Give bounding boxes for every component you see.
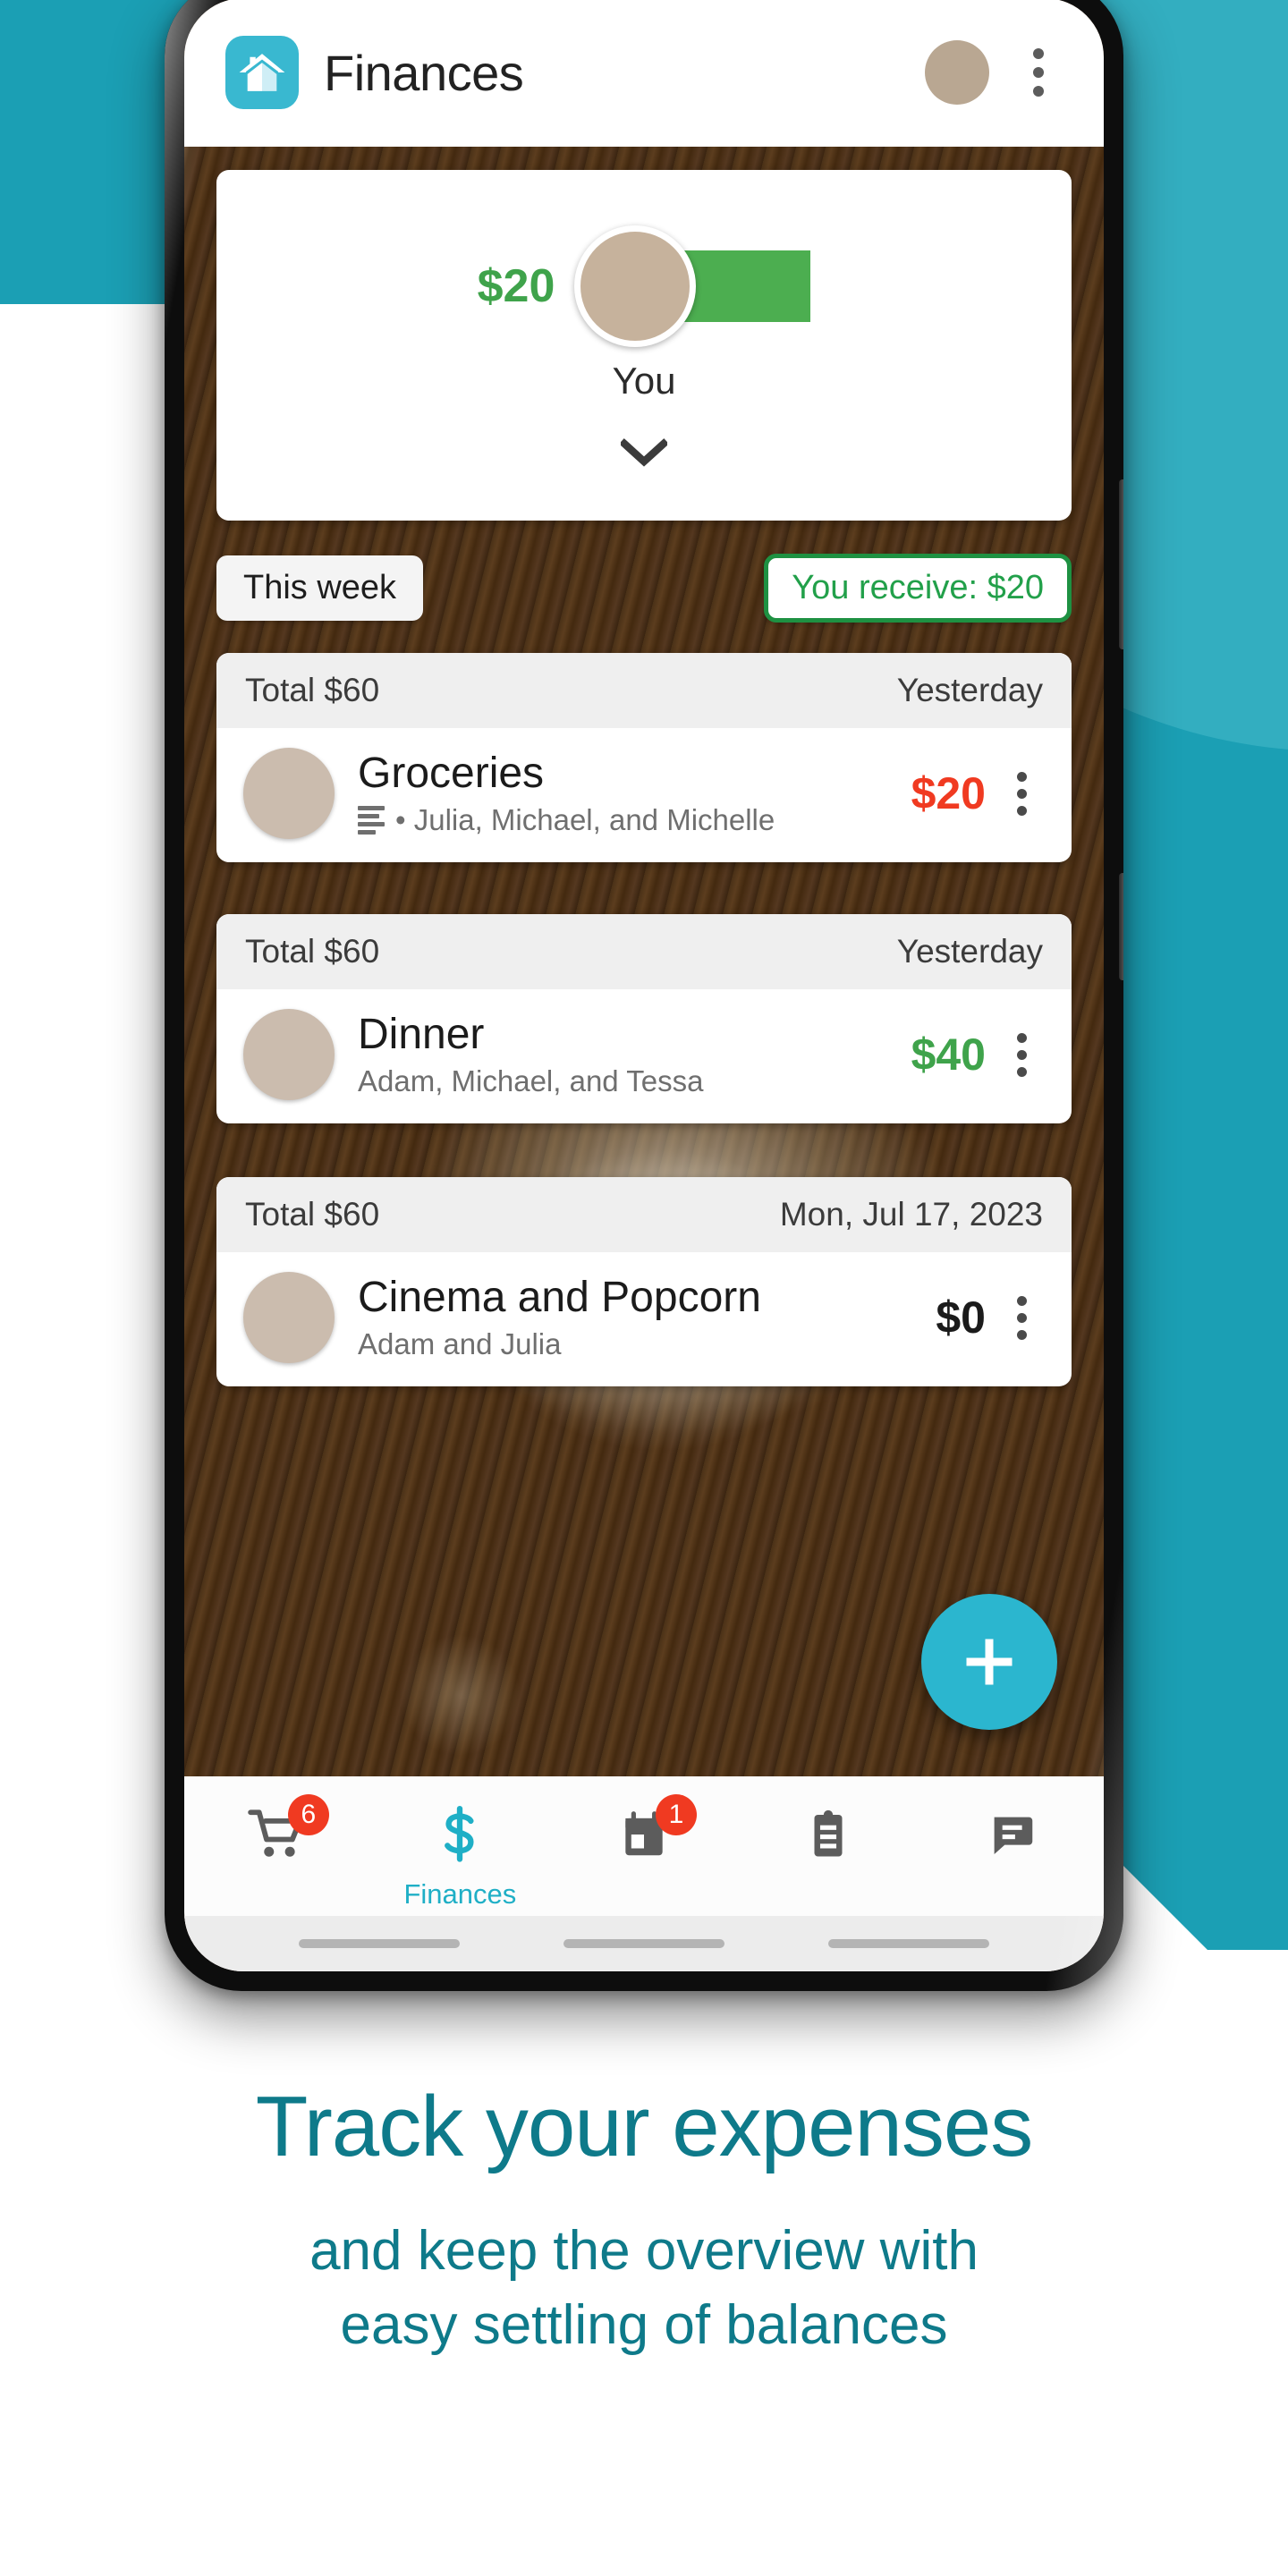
expense-card-header: Total $60 Yesterday <box>216 914 1072 989</box>
expense-text-block: Dinner Adam, Michael, and Tessa <box>358 1011 897 1099</box>
kebab-menu-icon[interactable] <box>998 1032 1045 1077</box>
chevron-down-icon[interactable] <box>216 438 1072 467</box>
expense-participants: • Julia, Michael, and Michelle <box>395 803 775 837</box>
balance-name: You <box>612 360 676 402</box>
expense-amount: $0 <box>936 1292 986 1343</box>
expense-title: Cinema and Popcorn <box>358 1273 761 1321</box>
expense-date: Yesterday <box>896 933 1043 970</box>
expense-total: Total $60 <box>245 672 380 708</box>
expense-text-block: Groceries • Julia, Michael, and Michelle <box>358 750 897 838</box>
nav-item-finances[interactable]: Finances <box>369 1800 553 1911</box>
table-row[interactable]: Total $60 Yesterday Dinner Adam, Michael… <box>216 914 1072 1123</box>
table-row[interactable]: Total $60 Mon, Jul 17, 2023 Cinema and P… <box>216 1177 1072 1386</box>
subheadline: and keep the overview with easy settling… <box>0 2214 1288 2363</box>
phone-power-button <box>1119 873 1123 980</box>
shopping-cart-icon[interactable]: 6 <box>242 1794 329 1869</box>
kebab-menu-icon[interactable] <box>998 771 1045 816</box>
status-badge: 1 <box>655 1794 697 1835</box>
page-title: Finances <box>324 44 524 101</box>
phone-volume-button <box>1119 479 1123 649</box>
note-lines-icon <box>358 806 385 835</box>
marketing-copy: Track your expenses and keep the overvie… <box>0 2080 1288 2363</box>
filter-chip-row: This week You receive: $20 <box>216 549 1072 626</box>
kebab-menu-icon[interactable] <box>998 1295 1045 1340</box>
chat-bubble-icon[interactable] <box>977 1800 1046 1869</box>
gesture-pill[interactable] <box>564 1939 724 1948</box>
avatar[interactable] <box>925 40 989 105</box>
expense-participants: Adam and Julia <box>358 1327 562 1361</box>
nav-item-chat[interactable] <box>919 1800 1104 1869</box>
man-avatar <box>243 1009 335 1100</box>
expense-participants: Adam, Michael, and Tessa <box>358 1064 704 1098</box>
dollar-sign-icon[interactable] <box>425 1800 495 1869</box>
expense-title: Dinner <box>358 1010 485 1058</box>
expense-card-body: Dinner Adam, Michael, and Tessa $40 <box>216 989 1072 1123</box>
gesture-pill[interactable] <box>828 1939 989 1948</box>
phone-screen: Finances $20 You This week You receive: … <box>184 0 1104 1971</box>
woman-avatar <box>243 748 335 839</box>
headline: Track your expenses <box>255 2079 1033 2174</box>
man-avatar-2 <box>243 1272 335 1363</box>
nav-item-tasks[interactable] <box>736 1800 920 1869</box>
subheadline-line-2: easy settling of balances <box>340 2294 948 2357</box>
expense-subtitle: Adam and Julia <box>358 1327 921 1361</box>
subheadline-line-1: and keep the overview with <box>309 2219 979 2282</box>
expense-title: Groceries <box>358 749 545 797</box>
calendar-icon[interactable]: 1 <box>609 1794 697 1869</box>
expense-card-header: Total $60 Yesterday <box>216 653 1072 728</box>
nav-label-finances: Finances <box>403 1878 517 1910</box>
balance-amount: $20 <box>477 260 555 312</box>
finances-screen: $20 You This week You receive: $20 Total… <box>184 147 1104 1971</box>
balance-row: $20 <box>216 216 1072 356</box>
expense-date: Yesterday <box>896 672 1043 708</box>
balance-card[interactable]: $20 You <box>216 170 1072 521</box>
expense-text-block: Cinema and Popcorn Adam and Julia <box>358 1274 921 1362</box>
balance-avatar <box>574 225 697 347</box>
expense-amount: $40 <box>911 1030 986 1080</box>
expense-card-body: Groceries • Julia, Michael, and Michelle… <box>216 728 1072 862</box>
add-expense-fab[interactable] <box>921 1594 1057 1730</box>
expense-subtitle: Adam, Michael, and Tessa <box>358 1064 897 1098</box>
expense-amount: $20 <box>911 768 986 818</box>
balance-bar-positive <box>682 250 811 322</box>
expense-subtitle: • Julia, Michael, and Michelle <box>358 803 897 837</box>
period-filter-chip[interactable]: This week <box>216 555 424 621</box>
app-bar: Finances <box>184 0 1104 147</box>
expense-total: Total $60 <box>245 933 380 970</box>
phone-mockup: Finances $20 You This week You receive: … <box>165 0 1123 1991</box>
table-row[interactable]: Total $60 Yesterday Groceries • Julia, M… <box>216 653 1072 862</box>
expense-card-header: Total $60 Mon, Jul 17, 2023 <box>216 1177 1072 1252</box>
expense-card-body: Cinema and Popcorn Adam and Julia $0 <box>216 1252 1072 1386</box>
gesture-pill[interactable] <box>299 1939 460 1948</box>
status-badge: 6 <box>287 1794 329 1835</box>
system-gesture-bar <box>184 1916 1104 1971</box>
nav-item-calendar[interactable]: 1 <box>552 1794 736 1869</box>
kebab-menu-icon[interactable] <box>1013 48 1064 97</box>
house-icon <box>225 36 299 109</box>
nav-item-shopping[interactable]: 6 <box>184 1794 369 1869</box>
plus-icon <box>966 1639 1013 1685</box>
expense-date: Mon, Jul 17, 2023 <box>779 1196 1043 1233</box>
clipboard-icon[interactable] <box>793 1800 863 1869</box>
expense-total: Total $60 <box>245 1196 380 1233</box>
balance-summary-chip[interactable]: You receive: $20 <box>764 553 1072 623</box>
